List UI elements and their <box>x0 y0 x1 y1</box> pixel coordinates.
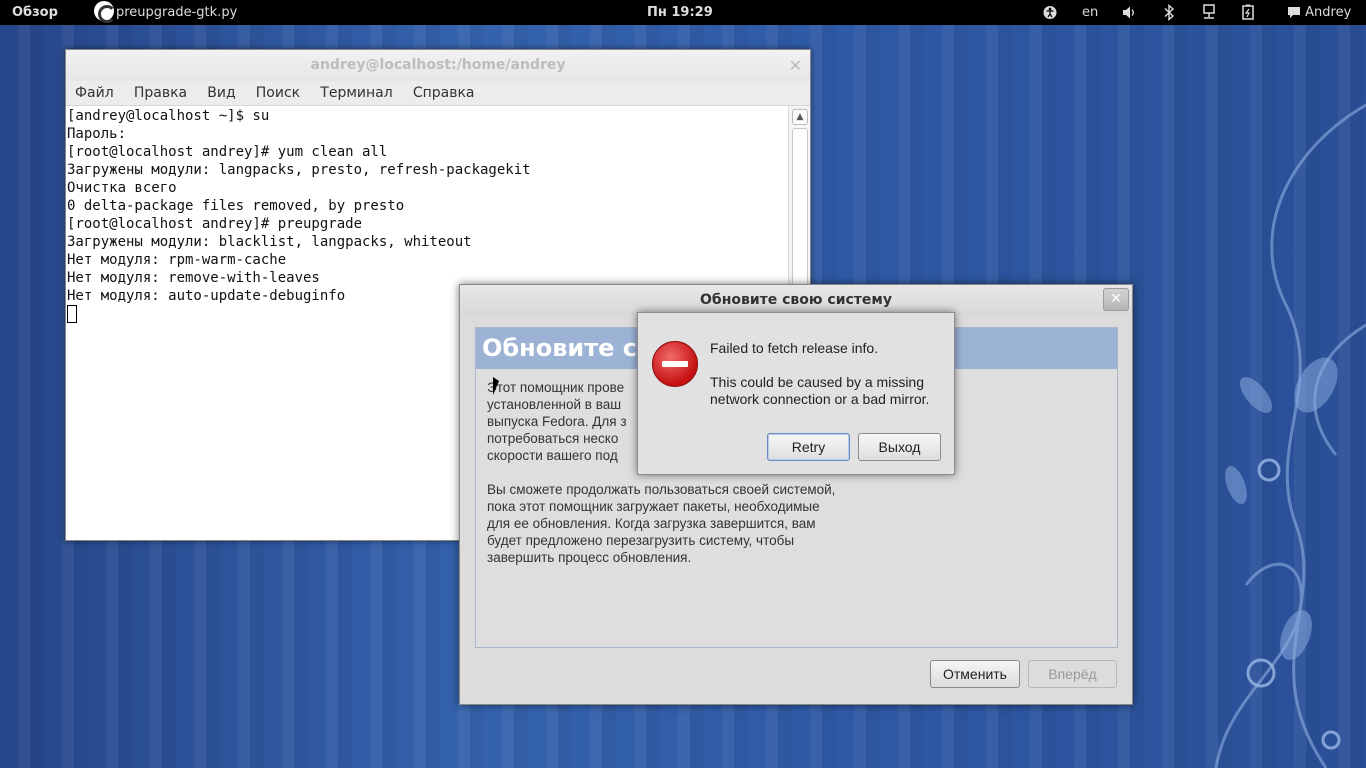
app-menu[interactable]: preupgrade-gtk.py <box>94 0 237 25</box>
retry-button[interactable]: Retry <box>767 433 850 461</box>
exit-button[interactable]: Выход <box>858 433 941 461</box>
wallpaper-swirl-decoration <box>1214 103 1366 768</box>
menu-file[interactable]: Файл <box>75 85 114 101</box>
bluetooth-icon[interactable] <box>1163 0 1175 25</box>
menu-help[interactable]: Справка <box>413 85 475 101</box>
error-dialog[interactable]: Failed to fetch release info. This could… <box>637 312 955 475</box>
close-button[interactable]: ✕ <box>1103 288 1129 311</box>
terminal-title: andrey@localhost:/home/andrey <box>310 57 566 73</box>
network-icon[interactable] <box>1202 0 1216 25</box>
terminal-line: Загружены модули: langpacks, presto, ref… <box>67 162 531 178</box>
forward-button[interactable]: Вперёд <box>1028 660 1117 688</box>
top-panel: Обзор preupgrade-gtk.py Пн 19:29 en Andr… <box>0 0 1366 25</box>
terminal-menubar: Файл Правка Вид Поиск Терминал Справка <box>66 81 810 106</box>
error-message-title: Failed to fetch release info. <box>710 340 879 356</box>
terminal-line: Загружены модули: blacklist, langpacks, … <box>67 234 472 250</box>
activities-button[interactable]: Обзор <box>12 0 58 25</box>
volume-icon[interactable] <box>1121 0 1137 25</box>
cancel-button[interactable]: Отменить <box>930 660 1020 688</box>
terminal-line: 0 delta-package files removed, by presto <box>67 198 405 214</box>
upgrade-dialog-titlebar[interactable]: Обновите свою систему ✕ <box>460 285 1132 315</box>
error-message-line: This could be caused by a missing <box>710 374 924 390</box>
scroll-up-arrow-icon[interactable]: ▲ <box>792 109 808 125</box>
terminal-line: [root@localhost andrey]# yum clean all <box>67 144 388 160</box>
app-icon <box>94 1 116 23</box>
terminal-line: Пароль: <box>67 126 127 142</box>
text-line: Вы сможете продолжать пользоваться своей… <box>487 482 836 497</box>
text-line: будет предложено перезагрузить систему, … <box>487 533 795 548</box>
mouse-pointer-icon <box>493 377 499 395</box>
terminal-line: [root@localhost andrey]# preupgrade <box>67 216 363 232</box>
close-icon[interactable]: ✕ <box>789 50 802 81</box>
menu-search[interactable]: Поиск <box>256 85 300 101</box>
menu-view[interactable]: Вид <box>207 85 235 101</box>
terminal-cursor <box>67 305 77 323</box>
text-line: пока этот помощник загружает пакеты, нео… <box>487 499 820 514</box>
terminal-line: Нет модуля: rpm-warm-cache <box>67 252 287 268</box>
clock[interactable]: Пн 19:29 <box>647 0 713 25</box>
menu-edit[interactable]: Правка <box>134 85 187 101</box>
keyboard-layout-indicator[interactable]: en <box>1082 0 1098 25</box>
error-message-line: network connection or a bad mirror. <box>710 391 930 407</box>
user-menu[interactable]: Andrey <box>1287 0 1351 25</box>
text-line: для ее обновления. Когда загрузка заверш… <box>487 516 816 531</box>
text-line: завершить процесс обновления. <box>487 550 692 565</box>
user-name: Andrey <box>1305 5 1352 20</box>
menu-terminal[interactable]: Терминал <box>320 85 392 101</box>
upgrade-dialog-title: Обновите свою систему <box>700 292 892 308</box>
error-icon <box>652 341 698 387</box>
app-menu-label: preupgrade-gtk.py <box>116 5 238 20</box>
accessibility-icon[interactable] <box>1043 0 1057 25</box>
terminal-titlebar[interactable]: andrey@localhost:/home/andrey ✕ <box>66 50 810 81</box>
terminal-line: [andrey@localhost ~]$ su <box>67 108 270 124</box>
info-paragraph: Вы сможете продолжать пользоваться своей… <box>487 481 897 566</box>
battery-icon[interactable] <box>1241 0 1255 25</box>
terminal-line: Очистка всего <box>67 180 177 196</box>
